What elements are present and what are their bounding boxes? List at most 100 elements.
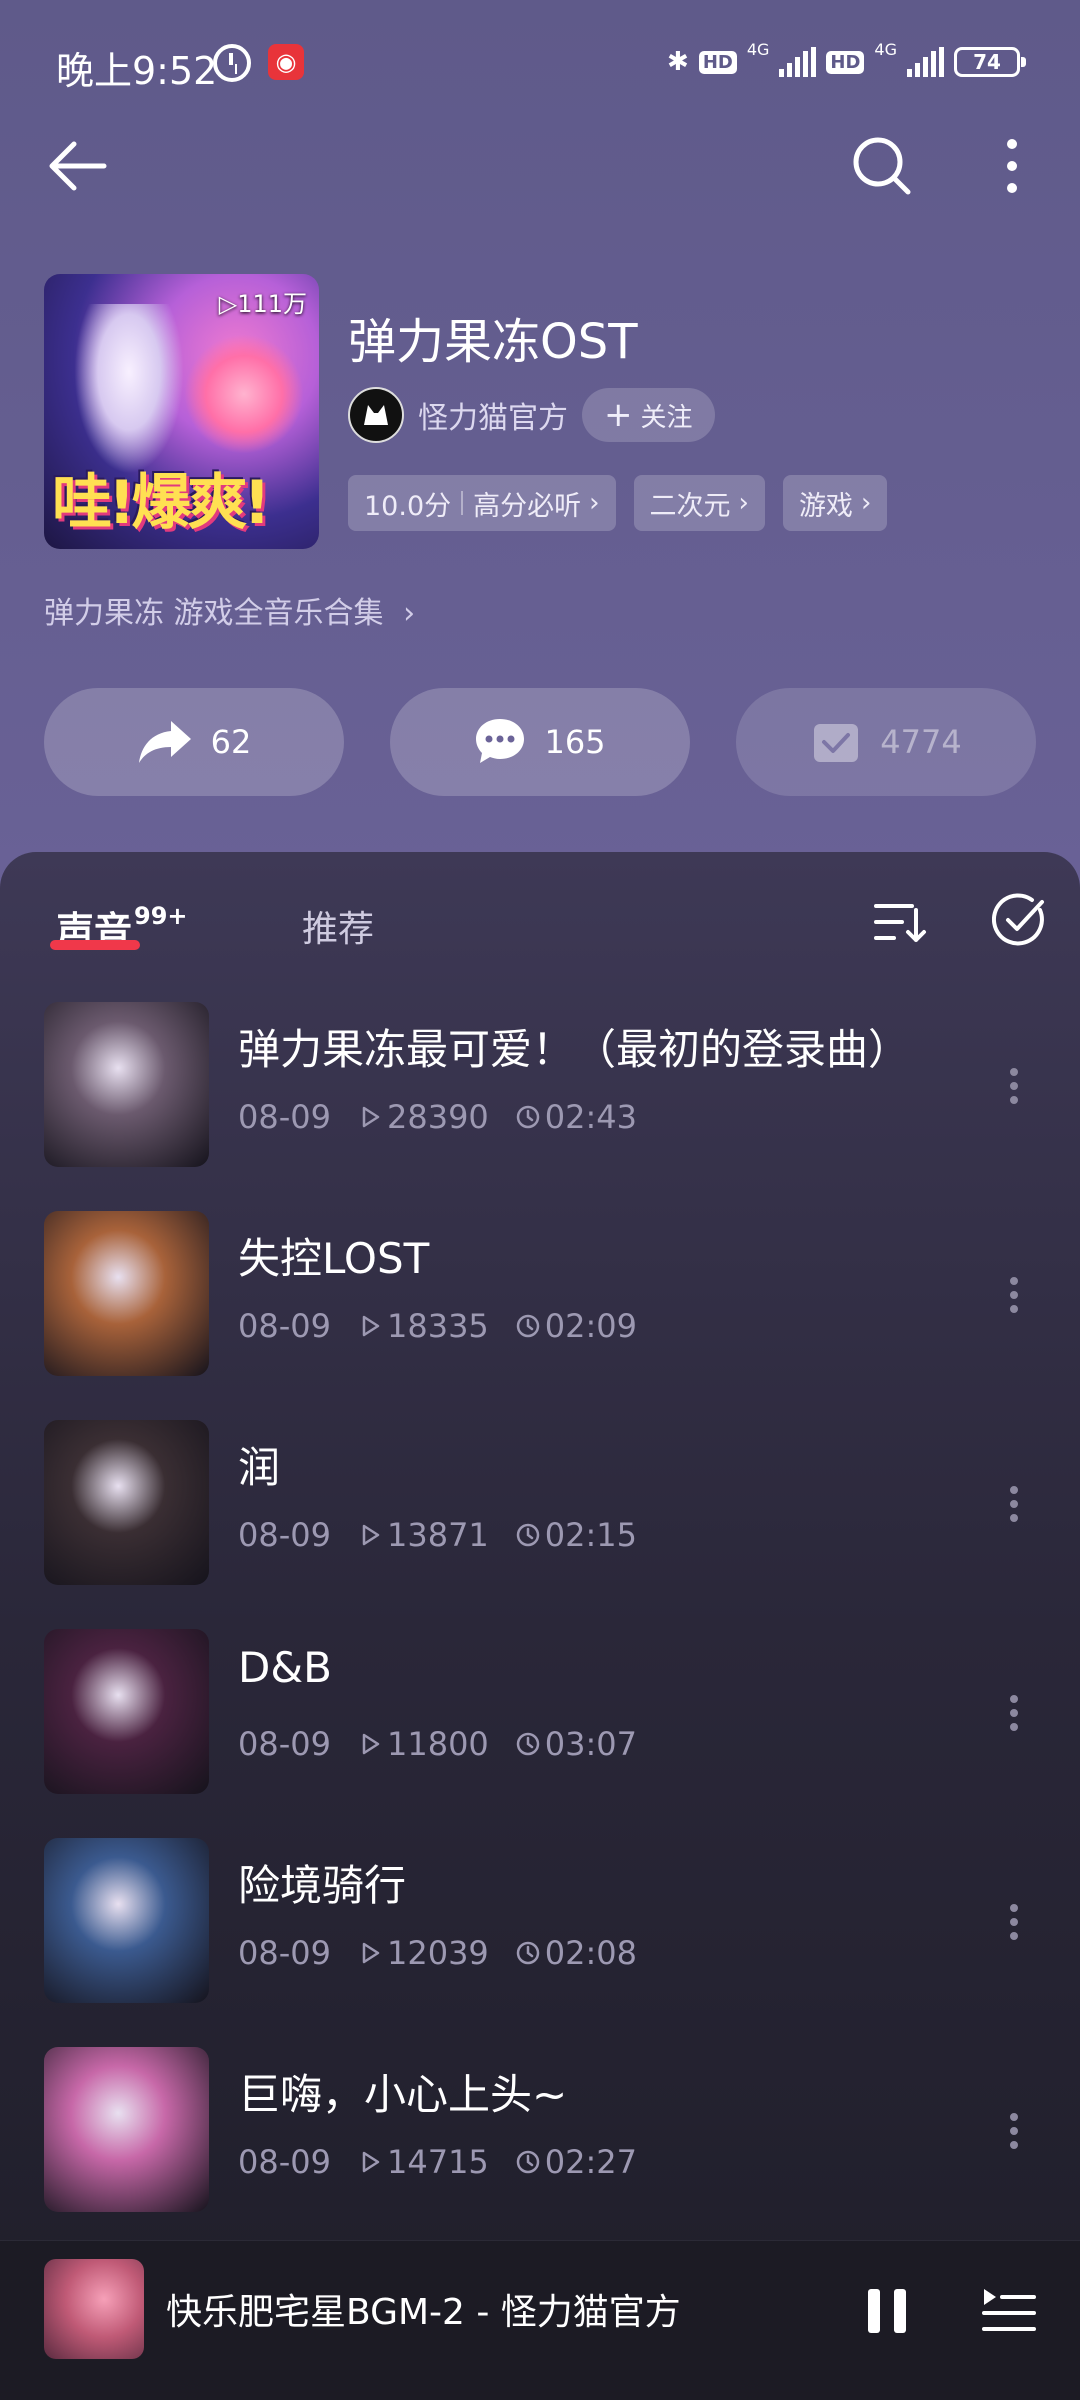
chevron-right-icon: › — [860, 488, 872, 518]
track-meta: 08-09 18335 02:09 — [238, 1307, 637, 1345]
sort-button[interactable] — [872, 894, 928, 950]
tag-anime[interactable]: 二次元 › — [633, 475, 765, 531]
now-playing-thumbnail — [44, 2259, 144, 2359]
track-meta: 08-09 28390 02:43 — [238, 1098, 637, 1136]
hd-badge-2: HD — [826, 50, 865, 74]
now-playing-title[interactable]: 快乐肥宅星BGM-2 - 怪力猫官方 — [166, 2283, 681, 2335]
follow-label: 关注 — [640, 402, 693, 433]
track-meta: 08-09 11800 03:07 — [238, 1725, 637, 1763]
track-row[interactable]: 险境骑行 08-09 12039 02:08 — [0, 1838, 1080, 2028]
search-icon — [853, 137, 911, 195]
track-row[interactable]: D&B 08-09 11800 03:07 — [0, 1629, 1080, 1819]
track-title: 险境骑行 — [238, 1861, 407, 1910]
track-date: 08-09 — [238, 1098, 331, 1136]
track-title: 失控LOST — [238, 1234, 430, 1283]
track-play-count: 14715 — [386, 2143, 489, 2181]
multi-select-button[interactable] — [991, 892, 1048, 948]
mini-player[interactable]: 快乐肥宅星BGM-2 - 怪力猫官方 — [0, 2240, 1080, 2400]
bluetooth-icon: ✱ — [667, 47, 689, 77]
track-play-count: 11800 — [386, 1725, 489, 1763]
playlist-button[interactable] — [976, 2275, 1040, 2347]
arrow-left-icon — [49, 141, 107, 191]
track-thumbnail — [44, 1629, 209, 1794]
track-play-count: 13871 — [386, 1516, 489, 1554]
track-row[interactable]: 弹力果冻最可爱！（最初的登录曲） 08-09 28390 02:43 — [0, 1002, 1080, 1192]
track-duration: 02:09 — [544, 1307, 637, 1345]
track-more-button[interactable] — [992, 1882, 1036, 1962]
clock-icon — [516, 1523, 540, 1547]
play-count-icon — [362, 1942, 380, 1964]
track-more-button[interactable] — [992, 2091, 1036, 2171]
cover-character-1 — [74, 304, 184, 474]
chevron-right-icon: › — [738, 488, 749, 518]
play-count-icon — [362, 1315, 380, 1337]
chevron-right-icon: › — [403, 596, 416, 631]
track-date: 08-09 — [238, 1307, 331, 1345]
clock-icon — [516, 1732, 540, 1756]
clock-icon — [516, 2150, 540, 2174]
play-count-icon — [362, 1733, 380, 1755]
pause-icon — [868, 2289, 906, 2333]
follow-button[interactable]: + 关注 — [582, 388, 715, 442]
sort-icon — [874, 904, 926, 942]
more-options-button[interactable] — [980, 130, 1044, 202]
more-vertical-icon — [1010, 1486, 1018, 1522]
comment-icon — [476, 719, 525, 763]
pause-button[interactable] — [856, 2275, 920, 2347]
playlist-icon — [982, 2289, 1036, 2331]
tab-recommend[interactable]: 推荐 — [302, 900, 374, 952]
tag-game[interactable]: 游戏 › — [782, 475, 888, 531]
track-more-button[interactable] — [992, 1464, 1036, 1544]
more-vertical-icon — [1010, 1904, 1018, 1940]
album-cover[interactable]: ▷111万 哇!爆爽! — [44, 274, 319, 549]
tag-label: 游戏 — [798, 490, 853, 522]
collected-folder-icon — [814, 724, 859, 762]
track-more-button[interactable] — [992, 1673, 1036, 1753]
signal-icon-1 — [779, 47, 817, 77]
status-indicators: ✱ HD 4G HD 4G 74 — [667, 40, 1026, 84]
search-button[interactable] — [846, 130, 918, 202]
clock-icon — [516, 1314, 540, 1338]
track-more-button[interactable] — [992, 1046, 1036, 1126]
comment-count: 165 — [544, 723, 606, 761]
album-description[interactable]: 弹力果冻 游戏全音乐合集 › — [44, 588, 415, 632]
track-play-count: 18335 — [386, 1307, 489, 1345]
signal-icon-2 — [907, 47, 944, 77]
track-title: 弹力果冻最可爱！（最初的登录曲） — [238, 1025, 911, 1074]
more-vertical-icon — [1010, 1277, 1018, 1313]
tag-label: 二次元 — [649, 490, 731, 522]
author-name[interactable]: 怪力猫官方 — [418, 393, 568, 437]
score-label: 高分必听 — [473, 490, 582, 522]
more-vertical-icon — [1007, 139, 1017, 193]
back-button[interactable] — [44, 130, 116, 202]
track-more-button[interactable] — [992, 1255, 1036, 1335]
more-vertical-icon — [1010, 1695, 1018, 1731]
album-title: 弹力果冻OST — [348, 314, 638, 370]
status-time: 晚上9:52 — [56, 49, 218, 93]
clock-icon — [516, 1105, 540, 1129]
network-type-2: 4G — [874, 40, 897, 59]
track-thumbnail — [44, 1211, 209, 1376]
cover-logo-text: 哇!爆爽! — [52, 468, 271, 538]
network-type-1: 4G — [746, 40, 770, 59]
track-row[interactable]: 润 08-09 13871 02:15 — [0, 1420, 1080, 1610]
tab-sounds-badge: 99+ — [134, 902, 188, 931]
album-description-text: 弹力果冻 游戏全音乐合集 — [44, 596, 384, 631]
track-row[interactable]: 失控LOST 08-09 18335 02:09 — [0, 1211, 1080, 1401]
collect-button[interactable]: 4774 — [736, 688, 1036, 796]
score-tag[interactable]: 10.0分 高分必听 › — [348, 475, 616, 531]
track-row[interactable]: 巨嗨，小心上头~ 08-09 14715 02:27 — [0, 2047, 1080, 2237]
comment-button[interactable]: 165 — [390, 688, 690, 796]
track-play-count: 12039 — [386, 1934, 489, 1972]
track-thumbnail — [44, 1420, 209, 1585]
track-duration: 02:15 — [544, 1516, 637, 1554]
share-button[interactable]: 62 — [44, 688, 344, 796]
track-duration: 03:07 — [544, 1725, 637, 1763]
hd-badge-1: HD — [698, 50, 737, 74]
track-meta: 08-09 14715 02:27 — [238, 2143, 637, 2181]
author-avatar[interactable] — [348, 387, 404, 443]
track-play-count: 28390 — [386, 1098, 489, 1136]
tag-list: 10.0分 高分必听 › 二次元 › 游戏 › — [348, 475, 888, 531]
more-vertical-icon — [1010, 1068, 1018, 1104]
track-date: 08-09 — [238, 1934, 331, 1972]
